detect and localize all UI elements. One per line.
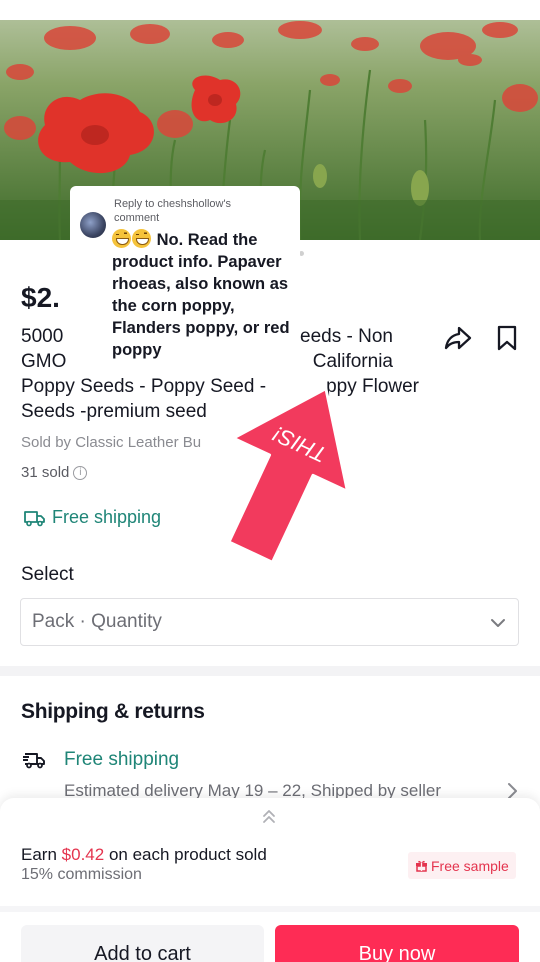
- grin-emoji-icon: [112, 229, 131, 248]
- title-line1-left: 5000: [21, 326, 64, 347]
- title-line2-right: California: [312, 351, 393, 372]
- fast-truck-icon: [23, 753, 45, 769]
- expand-up-icon[interactable]: [261, 807, 277, 827]
- earn-prefix: Earn: [21, 845, 57, 864]
- add-to-cart-button[interactable]: Add to cart: [21, 925, 264, 962]
- sold-count: 31 sold i: [21, 464, 88, 481]
- free-sample-label: Free sample: [431, 857, 509, 874]
- share-icon[interactable]: [444, 325, 472, 351]
- title-line2-left: GMO: [21, 351, 67, 372]
- earn-suffix: on each product sold: [108, 845, 267, 864]
- shipping-returns-title: Shipping & returns: [21, 700, 205, 723]
- grin-emoji-icon: [132, 229, 151, 248]
- arrow-sticker: THIS!: [227, 387, 349, 564]
- variant-select-placeholder: Pack · Quantity: [32, 611, 162, 632]
- avatar: [80, 212, 106, 238]
- free-sample-button[interactable]: Free sample: [408, 852, 516, 879]
- shipping-returns-free: Free shipping: [22, 749, 179, 771]
- info-icon[interactable]: i: [73, 465, 88, 480]
- product-price: $2.: [21, 282, 60, 313]
- earn-text: Earn $0.42 on each product sold: [21, 845, 267, 865]
- seller-link[interactable]: Sold by Classic Leather Bu: [21, 434, 201, 451]
- shipping-returns-free-text: Free shipping: [64, 749, 180, 770]
- comment-text-body: No. Read the product info. Papaver rhoea…: [112, 231, 290, 359]
- panel-divider: [0, 906, 540, 912]
- free-shipping-text: Free shipping: [52, 507, 162, 527]
- section-divider: [0, 666, 540, 676]
- free-shipping-badge: Free shipping: [24, 507, 161, 528]
- buy-now-button[interactable]: Buy now: [275, 925, 519, 962]
- variant-select[interactable]: Pack · Quantity: [20, 598, 519, 646]
- reply-to-label: Reply to cheshshollow's comment: [114, 198, 232, 224]
- sold-count-text: 31 sold: [21, 464, 70, 481]
- comment-text: No. Read the product info. Papaver rhoea…: [112, 229, 298, 361]
- chevron-down-icon: [491, 619, 505, 627]
- commission-rate: 15% commission: [21, 866, 142, 883]
- title-line1-right: eeds - Non: [300, 326, 393, 347]
- truck-icon: [24, 510, 45, 526]
- status-bar-strip: [0, 0, 540, 20]
- gift-icon: [416, 860, 427, 872]
- select-label: Select: [21, 564, 74, 585]
- earn-amount: $0.42: [61, 845, 105, 864]
- bookmark-icon[interactable]: [496, 325, 518, 351]
